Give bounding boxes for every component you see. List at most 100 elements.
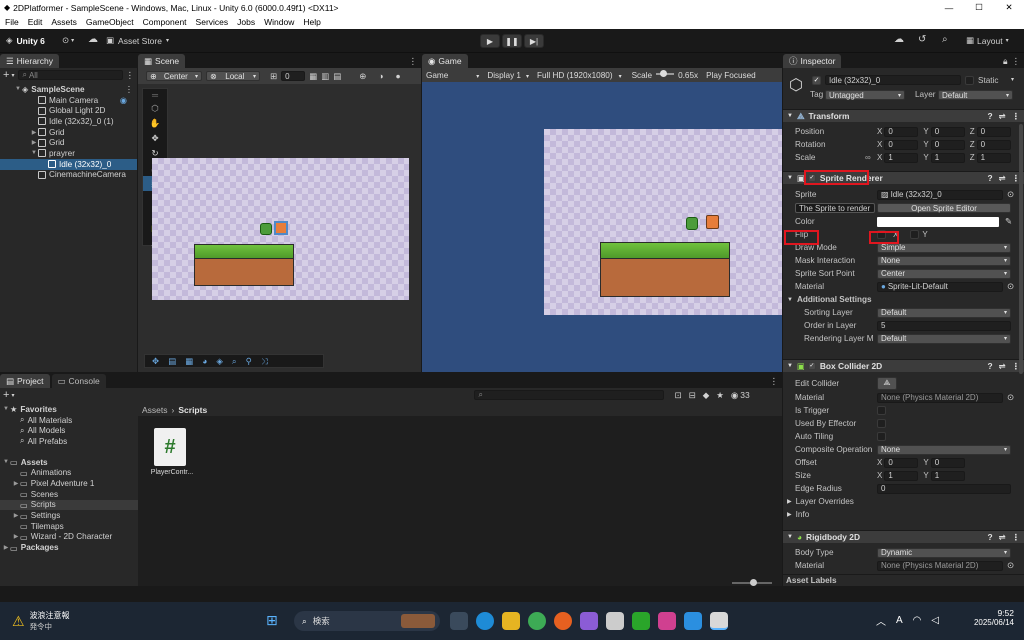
menu-services[interactable]: Services <box>196 17 229 27</box>
active-checkbox[interactable]: ✓ <box>812 76 821 85</box>
unity-hub-icon[interactable] <box>606 612 624 630</box>
rotation-x-input[interactable]: 0 <box>884 139 919 150</box>
object-name-input[interactable]: Idle (32x32)_0 <box>825 75 961 85</box>
favorite-item[interactable]: ⌕ All Materials <box>0 415 138 426</box>
sorting-layer-dropdown[interactable]: Default ▾ <box>877 307 1011 318</box>
overlay-zoom-icon[interactable]: ⌕ <box>232 356 237 367</box>
hierarchy-item[interactable]: Idle (32x32)_0 (1) <box>0 116 137 127</box>
grid-size-input[interactable]: 0 <box>281 71 306 81</box>
hierarchy-item[interactable]: ▶ Grid <box>0 137 137 148</box>
display-dropdown[interactable]: Display 1 ▾ <box>487 71 529 80</box>
chrome-icon[interactable] <box>528 612 546 630</box>
vscode-icon[interactable] <box>684 612 702 630</box>
menu-window[interactable]: Window <box>264 17 294 27</box>
photos-icon[interactable] <box>658 612 676 630</box>
xbox-icon[interactable] <box>632 612 650 630</box>
palette-handle[interactable]: ═ <box>143 89 167 101</box>
position-z-input[interactable]: 0 <box>976 126 1011 137</box>
static-checkbox[interactable] <box>965 76 974 85</box>
account-button[interactable]: ◈ Unity 6 <box>6 35 45 46</box>
rendering-layer-dropdown[interactable]: Default ▾ <box>877 333 1011 344</box>
preset-icon[interactable]: ⇌ <box>999 173 1006 183</box>
help-icon[interactable]: ? <box>987 361 992 371</box>
offset-x-input[interactable]: 0 <box>884 457 919 468</box>
open-sprite-editor-button[interactable]: Open Sprite Editor <box>877 203 1011 213</box>
menu-file[interactable]: File <box>5 17 19 27</box>
body-type-dropdown[interactable]: Dynamic ▾ <box>877 547 1011 558</box>
flip-y-checkbox[interactable] <box>910 230 920 239</box>
game-mode-dropdown[interactable]: Game ▾ <box>426 71 479 80</box>
menu-help[interactable]: Help <box>303 17 320 27</box>
zoom-slider[interactable] <box>732 579 772 586</box>
rotation-z-input[interactable]: 0 <box>976 139 1011 150</box>
account-dropdown[interactable]: ⊙ ▾ <box>62 35 74 46</box>
tab-hierarchy[interactable]: ☰ Hierarchy <box>0 54 59 68</box>
clock[interactable]: 9:52 2025/06/14 <box>962 608 1014 627</box>
hidden-count-icon[interactable]: ◉ <box>731 390 738 401</box>
hierarchy-options-icon[interactable]: ⋮ <box>126 70 135 81</box>
sort-point-dropdown[interactable]: Center ▾ <box>877 268 1011 279</box>
filter-type-icon[interactable]: ⊡ <box>674 390 681 401</box>
wifi-icon[interactable]: ◠ <box>913 615 922 626</box>
visual-studio-icon[interactable] <box>580 612 598 630</box>
overlay-eyedrop-icon[interactable]: ⚲ <box>246 356 252 367</box>
overlay-shuffle-icon[interactable]: ⤨ <box>261 356 268 367</box>
layout-dropdown[interactable]: ▦ Layout ▾ <box>966 35 1009 46</box>
breadcrumb-scripts[interactable]: Scripts <box>178 405 207 415</box>
menu-assets[interactable]: Assets <box>51 17 77 27</box>
folder-item[interactable]: ▶ ▭ Settings <box>0 510 138 521</box>
add-icon[interactable]: + <box>3 69 9 81</box>
mask-dropdown[interactable]: None ▾ <box>877 255 1011 266</box>
transform-header[interactable]: ▼ ⟁ Transform ? ⇌ ⋮ <box>783 109 1024 122</box>
selected-player-sprite[interactable] <box>274 221 288 235</box>
hierarchy-item[interactable]: Global Light 2D <box>0 105 137 116</box>
asset-labels-bar[interactable]: Asset Labels <box>783 574 1024 586</box>
hierarchy-scene-row[interactable]: ▼ ◈ SampleScene ⋮ <box>0 84 137 95</box>
position-y-input[interactable]: 0 <box>930 126 965 137</box>
help-icon[interactable]: ? <box>987 173 992 183</box>
object-picker-icon[interactable]: ⊙ <box>1007 392 1014 403</box>
search-icon[interactable]: ⌕ <box>942 34 948 45</box>
sprite-field[interactable]: ▨ Idle (32x32)_0 <box>877 189 1003 200</box>
shading-icon[interactable]: ◑ <box>378 71 383 81</box>
volume-icon[interactable]: ◁ <box>931 615 939 626</box>
add-asset-icon[interactable]: + <box>3 389 9 401</box>
overlay-paint-icon[interactable]: ◕ <box>202 356 207 366</box>
layer-dropdown[interactable]: Default ▾ <box>938 90 1013 100</box>
visibility-icon[interactable]: ◉ <box>120 95 127 105</box>
edge-icon[interactable] <box>476 612 494 630</box>
hierarchy-search-input[interactable]: ⌕ All <box>18 70 123 80</box>
preset-icon[interactable]: ⇌ <box>999 532 1006 542</box>
eyedropper-icon[interactable]: ✎ <box>1005 216 1012 227</box>
hand-tool-icon[interactable]: ✋ <box>143 116 167 131</box>
size-y-input[interactable]: 1 <box>930 470 965 481</box>
hierarchy-item[interactable]: ▼ prayrer <box>0 148 137 159</box>
hierarchy-item[interactable]: CinemachineCamera <box>0 170 137 181</box>
render-icon[interactable]: ● <box>395 71 400 81</box>
menu-gameobject[interactable]: GameObject <box>86 17 134 27</box>
play-button[interactable]: ▶ <box>480 34 500 48</box>
overlay-grid-icon[interactable]: ▤ <box>168 356 176 367</box>
auto-tiling-checkbox[interactable] <box>877 432 886 441</box>
close-button[interactable]: ✕ <box>994 2 1024 13</box>
firefox-icon[interactable] <box>554 612 572 630</box>
component-menu-icon[interactable]: ⋮ <box>1012 111 1020 121</box>
project-options-icon[interactable]: ⋮ <box>770 376 779 387</box>
packages-row[interactable]: ▶ ▭ Packages <box>0 542 138 553</box>
view-options-icon[interactable]: ▥ <box>321 71 329 82</box>
overlay-tiles-icon[interactable]: ▦ <box>185 356 193 367</box>
offset-y-input[interactable]: 0 <box>930 457 965 468</box>
folder-item[interactable]: ▭ Animations <box>0 467 138 478</box>
folder-item[interactable]: ▶ ▭ Pixel Adventure 1 <box>0 478 138 489</box>
tab-inspector[interactable]: ⓘ Inspector <box>783 54 842 68</box>
tag-icon[interactable]: ◆ <box>703 390 710 401</box>
scene-canvas[interactable] <box>152 158 409 300</box>
scale-slider[interactable] <box>656 70 675 77</box>
tab-scene[interactable]: ▦ Scene <box>138 54 186 68</box>
asset-store-button[interactable]: ▣ Asset Store ▾ <box>106 35 169 46</box>
additional-settings-row[interactable]: ▼ Additional Settings <box>783 293 1024 306</box>
taskbar-search[interactable]: ⌕ 検索 <box>294 611 440 631</box>
static-dropdown-icon[interactable]: ▾ <box>1011 76 1014 83</box>
tool-settings-icon[interactable]: ▤ <box>333 71 341 82</box>
pause-button[interactable]: ❚❚ <box>502 34 522 48</box>
